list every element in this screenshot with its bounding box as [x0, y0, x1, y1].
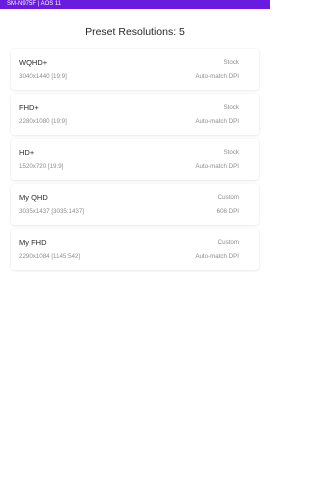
- status-bar: SM-N975F | AOS 11: [0, 0, 270, 9]
- preset-name: My QHD: [19, 193, 48, 202]
- preset-resolution: 1520x720 [19:9]: [19, 163, 64, 170]
- preset-card-hd-plus[interactable]: HD+ 1520x720 [19:9] Stock Auto-match DPI: [11, 139, 259, 180]
- preset-name: HD+: [19, 148, 35, 157]
- preset-type: Custom: [217, 194, 239, 201]
- preset-dpi: Auto-match DPI: [195, 253, 239, 260]
- preset-resolution: 2290x1084 [1145:542]: [19, 253, 81, 260]
- preset-card-wqhd-plus[interactable]: WQHD+ 3040x1440 [19:9] Stock Auto-match …: [11, 49, 259, 90]
- preset-resolution: 3035x1437 [3035:1437]: [19, 208, 85, 215]
- preset-name: My FHD: [19, 238, 47, 247]
- preset-name: FHD+: [19, 103, 39, 112]
- preset-type: Stock: [223, 59, 239, 66]
- preset-dpi: Auto-match DPI: [195, 163, 239, 170]
- page-title: Preset Resolutions: 5: [85, 26, 185, 38]
- preset-resolution: 3040x1440 [19:9]: [19, 73, 67, 80]
- preset-dpi: Auto-match DPI: [195, 118, 239, 125]
- preset-name: WQHD+: [19, 58, 48, 67]
- preset-card-my-fhd[interactable]: My FHD 2290x1084 [1145:542] Custom Auto-…: [11, 229, 259, 270]
- preset-dpi: Auto-match DPI: [195, 73, 239, 80]
- preset-dpi: 608 DPI: [216, 208, 239, 215]
- status-bar-text: SM-N975F | AOS 11: [7, 1, 62, 7]
- preset-type: Stock: [223, 104, 239, 111]
- preset-card-my-qhd[interactable]: My QHD 3035x1437 [3035:1437] Custom 608 …: [11, 184, 259, 225]
- preset-type: Stock: [223, 149, 239, 156]
- preset-list: WQHD+ 3040x1440 [19:9] Stock Auto-match …: [11, 49, 259, 274]
- preset-resolution: 2280x1080 [19:9]: [19, 118, 67, 125]
- preset-type: Custom: [217, 239, 239, 246]
- preset-card-fhd-plus[interactable]: FHD+ 2280x1080 [19:9] Stock Auto-match D…: [11, 94, 259, 135]
